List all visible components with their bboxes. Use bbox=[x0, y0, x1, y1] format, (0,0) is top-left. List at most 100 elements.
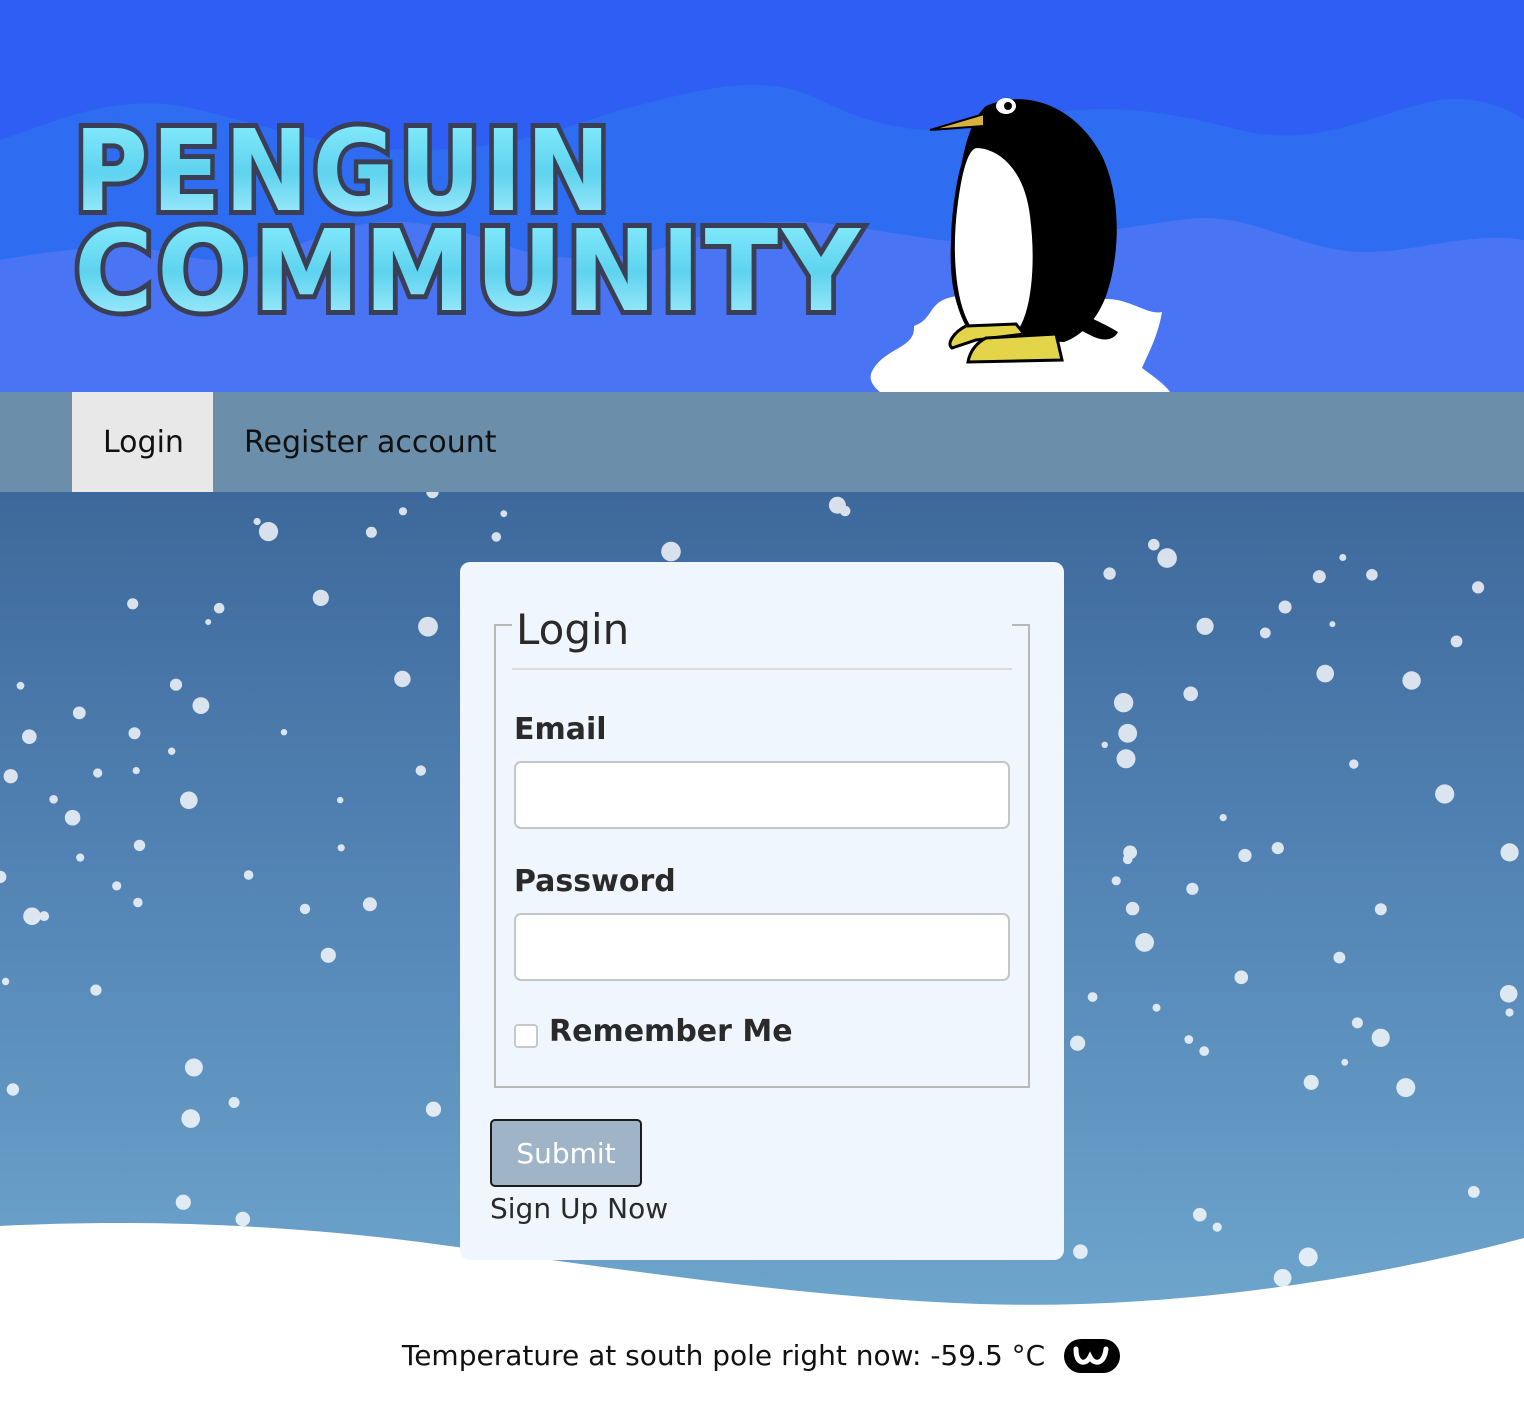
top-nav: Login Register account bbox=[0, 392, 1524, 492]
snowflake bbox=[1, 977, 10, 986]
snowflake bbox=[1259, 627, 1271, 639]
snowflake bbox=[1212, 1222, 1222, 1232]
snowflake bbox=[1341, 1058, 1349, 1066]
snowflake bbox=[1219, 814, 1227, 822]
snowflake bbox=[168, 747, 176, 755]
snowflake bbox=[280, 729, 288, 736]
snowflake bbox=[1234, 970, 1249, 985]
password-field[interactable] bbox=[514, 913, 1010, 981]
snowflake bbox=[133, 839, 146, 852]
snowflake bbox=[415, 765, 426, 776]
snowflake bbox=[133, 897, 143, 908]
snowflake bbox=[22, 729, 37, 744]
snowflake bbox=[253, 517, 261, 526]
snowflake bbox=[1135, 933, 1154, 952]
sign-up-now-link[interactable]: Sign Up Now bbox=[490, 1192, 668, 1225]
nav-login-tab[interactable]: Login bbox=[72, 392, 213, 492]
snowflake bbox=[1312, 570, 1326, 584]
snowflake bbox=[1500, 843, 1519, 862]
snowflake bbox=[500, 510, 508, 518]
snowflake bbox=[64, 809, 81, 826]
snowflake bbox=[1273, 1269, 1292, 1287]
snowflake bbox=[243, 870, 254, 880]
snowflake bbox=[1467, 1186, 1480, 1198]
snowflake bbox=[1184, 1035, 1194, 1044]
snowflake bbox=[128, 727, 141, 740]
snowflake bbox=[312, 589, 329, 606]
snowflake bbox=[1316, 664, 1334, 683]
snowflake bbox=[184, 1058, 203, 1077]
snowflake bbox=[6, 1083, 20, 1096]
penguin-community-logo: PENGUIN COMMUNITY bbox=[69, 112, 865, 324]
snowflake bbox=[1271, 842, 1284, 855]
snowflake bbox=[337, 796, 344, 804]
email-label: Email bbox=[514, 712, 607, 747]
snowflake bbox=[1113, 693, 1134, 713]
snowflake bbox=[1396, 1078, 1416, 1098]
snowflake bbox=[1070, 1035, 1086, 1051]
header-banner: PENGUIN COMMUNITY bbox=[0, 0, 1524, 392]
login-card: Login Email Password Remember Me Submit … bbox=[460, 562, 1064, 1260]
snowflake bbox=[169, 678, 183, 691]
snowflake bbox=[235, 1211, 251, 1227]
snowflake bbox=[299, 903, 311, 915]
snowflake bbox=[1125, 901, 1140, 916]
snowflake bbox=[1329, 621, 1336, 628]
snowflake bbox=[1298, 1247, 1318, 1267]
footer: Temperature at south pole right now: -59… bbox=[0, 1330, 1524, 1380]
snowflake bbox=[127, 598, 139, 610]
snowflake bbox=[362, 897, 377, 912]
snowflake bbox=[1152, 1003, 1161, 1012]
email-field[interactable] bbox=[514, 761, 1010, 829]
snowflake bbox=[1118, 723, 1138, 743]
remember-me-label[interactable]: Remember Me bbox=[549, 1014, 793, 1049]
snowflake bbox=[180, 791, 198, 810]
snowflake bbox=[1333, 951, 1346, 964]
snowflake bbox=[1186, 882, 1199, 895]
snowflake bbox=[112, 881, 122, 891]
remember-me-checkbox[interactable] bbox=[514, 1024, 538, 1048]
snowflake bbox=[1371, 1028, 1390, 1047]
snowflake bbox=[175, 1194, 191, 1210]
snowflake bbox=[1148, 538, 1160, 551]
snowflake bbox=[49, 795, 58, 804]
snowflake bbox=[1505, 1008, 1514, 1017]
snowflake bbox=[320, 947, 336, 963]
snowflake bbox=[1073, 1244, 1088, 1259]
snowflake bbox=[1499, 985, 1518, 1003]
snowflake bbox=[1374, 903, 1387, 916]
snowflake bbox=[1238, 848, 1252, 863]
password-label: Password bbox=[514, 864, 676, 899]
snowflake bbox=[192, 697, 210, 714]
snowflake bbox=[205, 619, 212, 625]
snowflake bbox=[425, 1101, 442, 1117]
snowflake bbox=[132, 767, 140, 775]
snowflake bbox=[181, 1109, 200, 1128]
snowflake bbox=[661, 541, 681, 562]
snowflake bbox=[1193, 1207, 1207, 1222]
nav-register-account-link[interactable]: Register account bbox=[213, 392, 528, 492]
snowflake bbox=[39, 911, 50, 922]
login-legend: Login bbox=[512, 602, 1012, 670]
snowflake bbox=[418, 616, 438, 637]
snowflake bbox=[828, 496, 846, 514]
snowflake bbox=[213, 602, 225, 614]
penguin-on-ice-icon bbox=[870, 98, 1170, 392]
snowflake bbox=[365, 526, 377, 538]
snowflake bbox=[1366, 569, 1378, 581]
snowflake bbox=[394, 670, 411, 688]
snowflake bbox=[1122, 854, 1133, 865]
snowflake bbox=[491, 532, 502, 542]
snowflake bbox=[1402, 671, 1421, 690]
snowflake bbox=[0, 870, 7, 884]
weather-service-logo-icon[interactable] bbox=[1062, 1335, 1122, 1377]
snowflake bbox=[1339, 554, 1347, 561]
snowflake bbox=[1111, 876, 1121, 886]
submit-button[interactable]: Submit bbox=[490, 1119, 642, 1187]
snowflake bbox=[258, 522, 279, 542]
snowflake bbox=[1103, 567, 1116, 580]
snowflake bbox=[1303, 1074, 1319, 1090]
snowflake bbox=[426, 492, 439, 499]
snowflake bbox=[1196, 617, 1214, 635]
snowflake bbox=[23, 907, 41, 926]
